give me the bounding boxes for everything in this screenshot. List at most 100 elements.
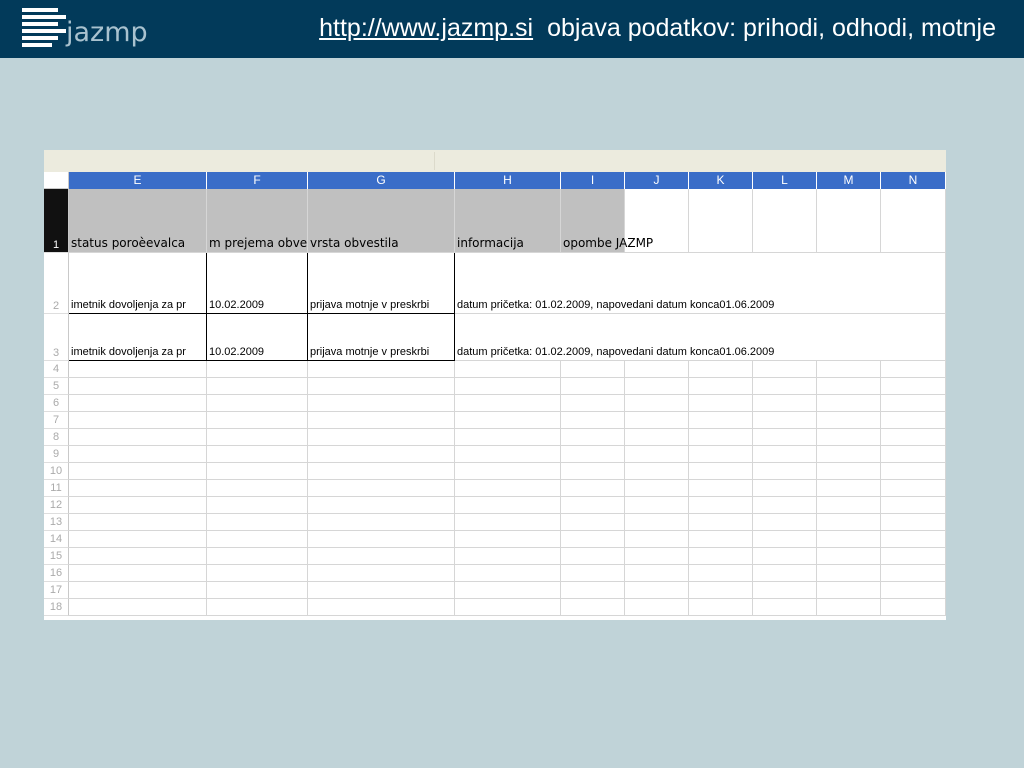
cell-n6[interactable] bbox=[881, 395, 946, 412]
cell-n17[interactable] bbox=[881, 582, 946, 599]
cell-l7[interactable] bbox=[753, 412, 817, 429]
cell-g2[interactable]: prijava motnje v preskrbi bbox=[308, 253, 455, 314]
cell-e5[interactable] bbox=[69, 378, 207, 395]
cell-n5[interactable] bbox=[881, 378, 946, 395]
cell-h6[interactable] bbox=[455, 395, 561, 412]
cell-g6[interactable] bbox=[308, 395, 455, 412]
cell-n16[interactable] bbox=[881, 565, 946, 582]
cell-i8[interactable] bbox=[561, 429, 625, 446]
column-header-k[interactable]: K bbox=[689, 172, 753, 189]
cell-f2[interactable]: 10.02.2009 bbox=[207, 253, 308, 314]
row-header-1[interactable]: 1 bbox=[44, 189, 69, 253]
cell-m16[interactable] bbox=[817, 565, 881, 582]
cell-l9[interactable] bbox=[753, 446, 817, 463]
cell-f13[interactable] bbox=[207, 514, 308, 531]
row-header-6[interactable]: 6 bbox=[44, 395, 69, 412]
cell-h3[interactable]: datum pričetka: 01.02.2009, napovedani d… bbox=[455, 314, 881, 361]
header-cell-f[interactable]: m prejema obve bbox=[207, 189, 308, 253]
cell-e10[interactable] bbox=[69, 463, 207, 480]
cell-m10[interactable] bbox=[817, 463, 881, 480]
cell-k4[interactable] bbox=[689, 361, 753, 378]
cell-i14[interactable] bbox=[561, 531, 625, 548]
cell-k13[interactable] bbox=[689, 514, 753, 531]
cell-h13[interactable] bbox=[455, 514, 561, 531]
cell-n1[interactable] bbox=[881, 189, 946, 253]
cell-i11[interactable] bbox=[561, 480, 625, 497]
cell-i7[interactable] bbox=[561, 412, 625, 429]
cell-n14[interactable] bbox=[881, 531, 946, 548]
header-cell-h[interactable]: informacija bbox=[455, 189, 561, 253]
cell-h14[interactable] bbox=[455, 531, 561, 548]
cell-i4[interactable] bbox=[561, 361, 625, 378]
cell-l8[interactable] bbox=[753, 429, 817, 446]
cell-m6[interactable] bbox=[817, 395, 881, 412]
cell-f18[interactable] bbox=[207, 599, 308, 616]
cell-h18[interactable] bbox=[455, 599, 561, 616]
row-header-16[interactable]: 16 bbox=[44, 565, 69, 582]
column-header-j[interactable]: J bbox=[625, 172, 689, 189]
cell-m7[interactable] bbox=[817, 412, 881, 429]
row-header-7[interactable]: 7 bbox=[44, 412, 69, 429]
cell-e17[interactable] bbox=[69, 582, 207, 599]
row-header-9[interactable]: 9 bbox=[44, 446, 69, 463]
cell-g12[interactable] bbox=[308, 497, 455, 514]
cell-n2[interactable] bbox=[881, 253, 946, 314]
cell-e14[interactable] bbox=[69, 531, 207, 548]
cell-h15[interactable] bbox=[455, 548, 561, 565]
cell-j9[interactable] bbox=[625, 446, 689, 463]
cell-i17[interactable] bbox=[561, 582, 625, 599]
cell-e6[interactable] bbox=[69, 395, 207, 412]
cell-g13[interactable] bbox=[308, 514, 455, 531]
cell-k7[interactable] bbox=[689, 412, 753, 429]
cell-g5[interactable] bbox=[308, 378, 455, 395]
cell-e4[interactable] bbox=[69, 361, 207, 378]
cell-e15[interactable] bbox=[69, 548, 207, 565]
cell-j17[interactable] bbox=[625, 582, 689, 599]
row-header-12[interactable]: 12 bbox=[44, 497, 69, 514]
cell-l6[interactable] bbox=[753, 395, 817, 412]
cell-h2[interactable]: datum pričetka: 01.02.2009, napovedani d… bbox=[455, 253, 881, 314]
cell-g14[interactable] bbox=[308, 531, 455, 548]
cell-k17[interactable] bbox=[689, 582, 753, 599]
cell-f11[interactable] bbox=[207, 480, 308, 497]
cell-g7[interactable] bbox=[308, 412, 455, 429]
cell-j16[interactable] bbox=[625, 565, 689, 582]
cell-l17[interactable] bbox=[753, 582, 817, 599]
cell-j18[interactable] bbox=[625, 599, 689, 616]
cell-i12[interactable] bbox=[561, 497, 625, 514]
row-header-17[interactable]: 17 bbox=[44, 582, 69, 599]
cell-j1[interactable] bbox=[625, 189, 689, 253]
cell-n8[interactable] bbox=[881, 429, 946, 446]
select-all-corner[interactable] bbox=[44, 172, 69, 189]
cell-m11[interactable] bbox=[817, 480, 881, 497]
cell-h10[interactable] bbox=[455, 463, 561, 480]
cell-e16[interactable] bbox=[69, 565, 207, 582]
row-header-8[interactable]: 8 bbox=[44, 429, 69, 446]
cell-j13[interactable] bbox=[625, 514, 689, 531]
cell-l12[interactable] bbox=[753, 497, 817, 514]
cell-k5[interactable] bbox=[689, 378, 753, 395]
cell-e18[interactable] bbox=[69, 599, 207, 616]
cell-h12[interactable] bbox=[455, 497, 561, 514]
row-header-4[interactable]: 4 bbox=[44, 361, 69, 378]
cell-l10[interactable] bbox=[753, 463, 817, 480]
cell-j5[interactable] bbox=[625, 378, 689, 395]
cell-i18[interactable] bbox=[561, 599, 625, 616]
cell-e13[interactable] bbox=[69, 514, 207, 531]
cell-e11[interactable] bbox=[69, 480, 207, 497]
cell-k16[interactable] bbox=[689, 565, 753, 582]
cell-h4[interactable] bbox=[455, 361, 561, 378]
cell-g11[interactable] bbox=[308, 480, 455, 497]
cell-j6[interactable] bbox=[625, 395, 689, 412]
cell-h8[interactable] bbox=[455, 429, 561, 446]
cell-l13[interactable] bbox=[753, 514, 817, 531]
cell-e3[interactable]: imetnik dovoljenja za pr bbox=[69, 314, 207, 361]
cell-m9[interactable] bbox=[817, 446, 881, 463]
cell-i5[interactable] bbox=[561, 378, 625, 395]
cell-l4[interactable] bbox=[753, 361, 817, 378]
cell-m4[interactable] bbox=[817, 361, 881, 378]
cell-m14[interactable] bbox=[817, 531, 881, 548]
cell-f9[interactable] bbox=[207, 446, 308, 463]
cell-i13[interactable] bbox=[561, 514, 625, 531]
cell-k14[interactable] bbox=[689, 531, 753, 548]
